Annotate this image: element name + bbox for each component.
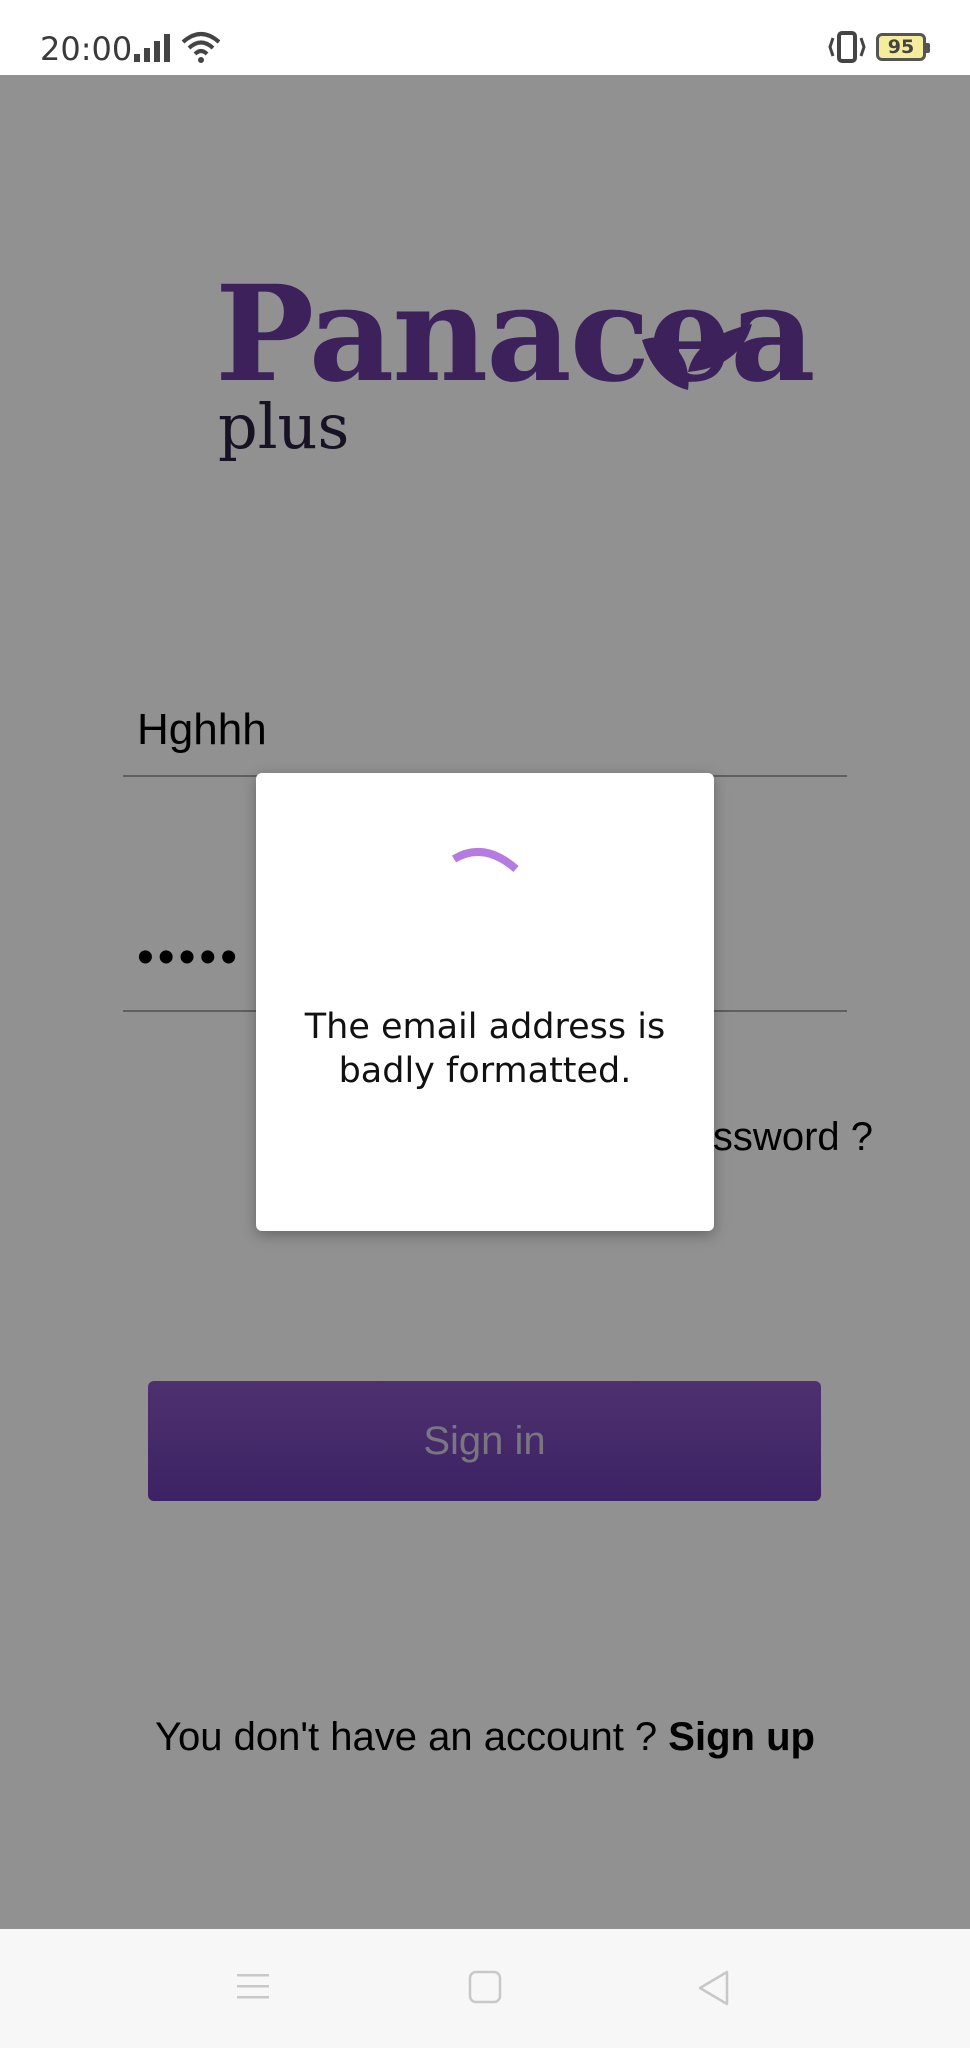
loading-spinner-icon <box>451 848 519 873</box>
status-bar: 20:00 95 <box>0 0 970 75</box>
home-icon[interactable] <box>467 1969 503 2005</box>
progress-dialog: The email address is badly formatted. <box>256 773 714 1231</box>
status-time: 20:00 <box>40 30 133 68</box>
wifi-icon <box>181 32 221 63</box>
back-icon[interactable] <box>696 1969 732 2007</box>
dialog-message: The email address is badly formatted. <box>304 1007 666 1091</box>
system-nav-bar <box>0 1929 970 2048</box>
battery-icon: 95 <box>876 33 930 61</box>
signal-icon <box>134 34 170 62</box>
vibrate-icon <box>828 31 866 63</box>
menu-icon[interactable] <box>235 1971 271 2003</box>
